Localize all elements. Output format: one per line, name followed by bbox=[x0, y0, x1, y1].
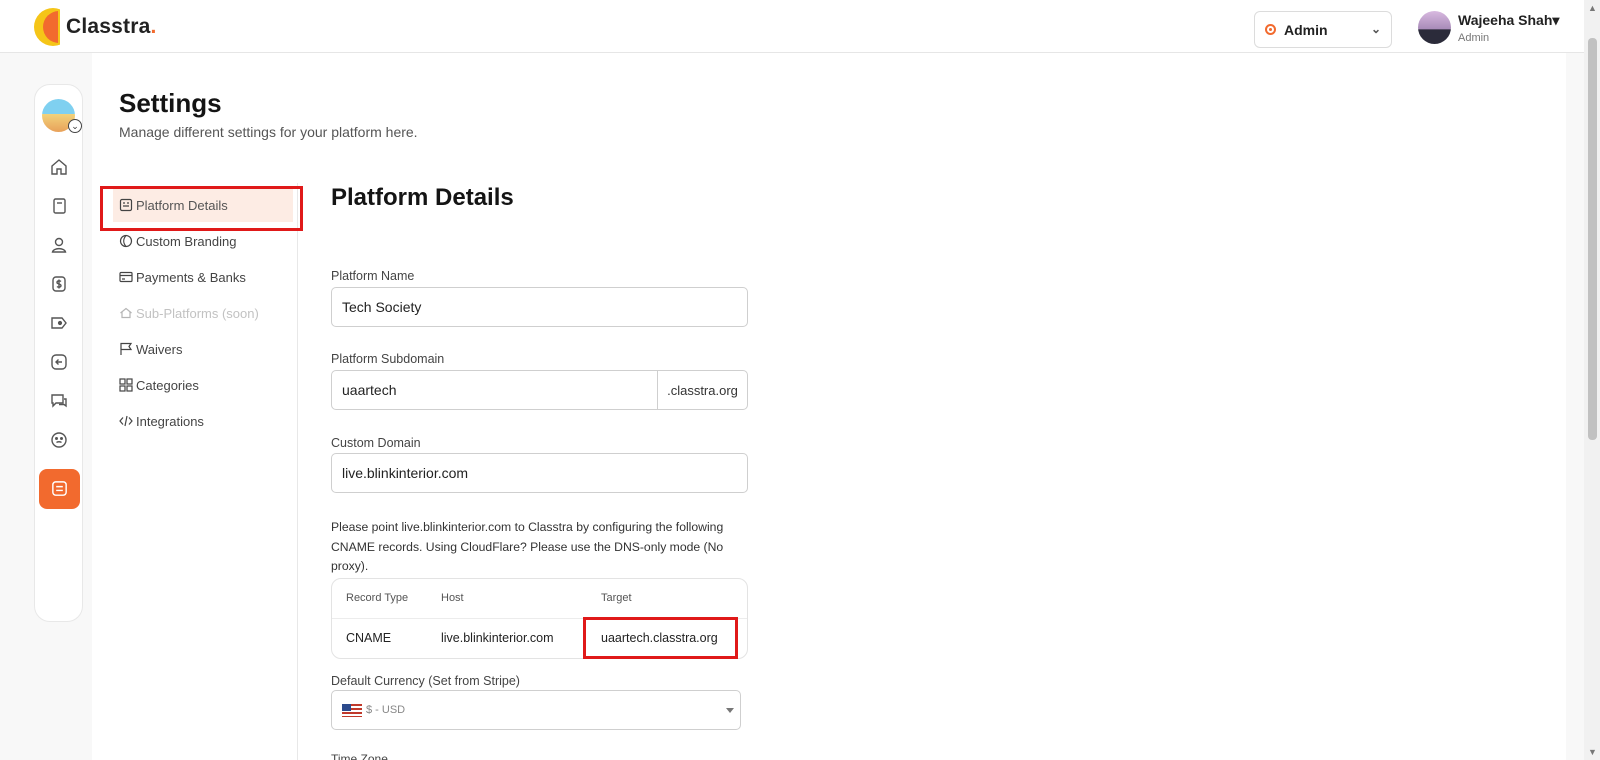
dns-cell-host: live.blinkinterior.com bbox=[441, 631, 554, 645]
home-icon[interactable] bbox=[49, 157, 69, 177]
nav-item-label: Sub-Platforms (soon) bbox=[136, 305, 259, 321]
platform-subdomain-label: Platform Subdomain bbox=[331, 352, 445, 366]
custom-domain-input[interactable]: live.blinkinterior.com bbox=[331, 453, 748, 493]
nav-item-payments-banks[interactable]: Payments & Banks bbox=[119, 260, 299, 294]
page-title: Settings bbox=[119, 88, 222, 118]
caret-down-icon bbox=[726, 708, 734, 713]
brand-dot: . bbox=[150, 15, 157, 38]
highlight-box-platform-details bbox=[100, 186, 303, 231]
dns-cell-record-type: CNAME bbox=[346, 631, 392, 645]
radio-dot-icon bbox=[1265, 24, 1276, 35]
currency-select[interactable]: $ - USD bbox=[331, 690, 741, 730]
custom-domain-label: Custom Domain bbox=[331, 436, 421, 450]
subdomain-suffix: .classtra.org bbox=[657, 371, 747, 409]
user-avatar bbox=[1418, 11, 1451, 44]
nav-item-integrations[interactable]: Integrations bbox=[119, 404, 299, 438]
smile-icon[interactable] bbox=[49, 430, 69, 450]
dns-instructions: Please point live.blinkinterior.com to C… bbox=[331, 520, 724, 573]
user-menu[interactable]: Wajeeha Shah▾ Admin bbox=[1418, 11, 1559, 44]
user-role: Admin bbox=[1458, 31, 1490, 44]
arrow-left-box-icon[interactable] bbox=[49, 352, 69, 372]
scroll-up-arrow-icon[interactable]: ▲ bbox=[1588, 3, 1597, 13]
nav-item-label: Payments & Banks bbox=[136, 269, 246, 285]
nav-item-waivers[interactable]: Waivers bbox=[119, 332, 299, 366]
user-name: Wajeeha Shah bbox=[1458, 11, 1553, 28]
book-icon[interactable] bbox=[49, 196, 69, 216]
settings-icon[interactable] bbox=[39, 469, 80, 509]
platform-name-label: Platform Name bbox=[331, 269, 415, 283]
content-panel bbox=[92, 53, 1566, 760]
dns-header-record-type: Record Type bbox=[346, 592, 409, 604]
platform-subdomain-field: uaartech .classtra.org bbox=[331, 370, 748, 410]
dns-header-host: Host bbox=[441, 592, 464, 604]
scrollbar-thumb[interactable] bbox=[1588, 38, 1597, 440]
card-icon bbox=[119, 270, 133, 284]
classtra-logo[interactable]: Classtra. bbox=[34, 8, 157, 46]
nav-item-label: Integrations bbox=[136, 413, 204, 429]
nav-item-sub-platforms: Sub-Platforms (soon) bbox=[119, 296, 299, 330]
flag-icon bbox=[119, 342, 133, 356]
code-icon bbox=[119, 414, 133, 428]
icon-rail: ⌄ bbox=[34, 84, 83, 622]
logo-mark-icon bbox=[34, 8, 60, 46]
chat-icon[interactable] bbox=[49, 391, 69, 411]
user-menu-caret-icon: ▾ bbox=[1552, 11, 1560, 28]
us-flag-icon bbox=[342, 703, 362, 717]
palette-icon bbox=[119, 234, 133, 248]
page-scrollbar[interactable]: ▲ ▼ bbox=[1584, 0, 1600, 760]
platform-name-input[interactable]: Tech Society bbox=[331, 287, 748, 327]
section-title: Platform Details bbox=[331, 184, 514, 211]
page-subtitle: Manage different settings for your platf… bbox=[119, 124, 418, 140]
brand-name: Classtra bbox=[66, 15, 151, 38]
platform-switch-chevron-icon[interactable]: ⌄ bbox=[68, 119, 82, 133]
tag-icon[interactable] bbox=[49, 313, 69, 333]
home-icon bbox=[119, 306, 133, 320]
highlight-box-target bbox=[583, 617, 738, 659]
currency-select-value: $ - USD bbox=[366, 704, 406, 716]
nav-item-categories[interactable]: Categories bbox=[119, 368, 299, 402]
top-header: Classtra. Admin ⌄ Wajeeha Shah▾ Admin bbox=[0, 0, 1584, 53]
user-icon[interactable] bbox=[49, 235, 69, 255]
currency-label: Default Currency (Set from Stripe) bbox=[331, 674, 520, 688]
settings-nav: Platform Details Custom Branding Payment… bbox=[92, 183, 298, 760]
nav-item-label: Categories bbox=[136, 377, 199, 393]
nav-item-label: Waivers bbox=[136, 341, 183, 357]
role-select[interactable]: Admin ⌄ bbox=[1254, 11, 1392, 48]
next-field-label: Time Zone bbox=[331, 752, 388, 760]
dns-header-target: Target bbox=[601, 592, 632, 604]
nav-item-label: Custom Branding bbox=[136, 233, 237, 249]
scroll-down-arrow-icon[interactable]: ▼ bbox=[1588, 747, 1597, 757]
dollar-icon[interactable] bbox=[49, 274, 69, 294]
grid-icon bbox=[119, 378, 133, 392]
platform-subdomain-input[interactable]: uaartech bbox=[332, 371, 657, 409]
chevron-down-icon: ⌄ bbox=[1370, 22, 1381, 36]
role-select-value: Admin bbox=[1284, 21, 1328, 38]
